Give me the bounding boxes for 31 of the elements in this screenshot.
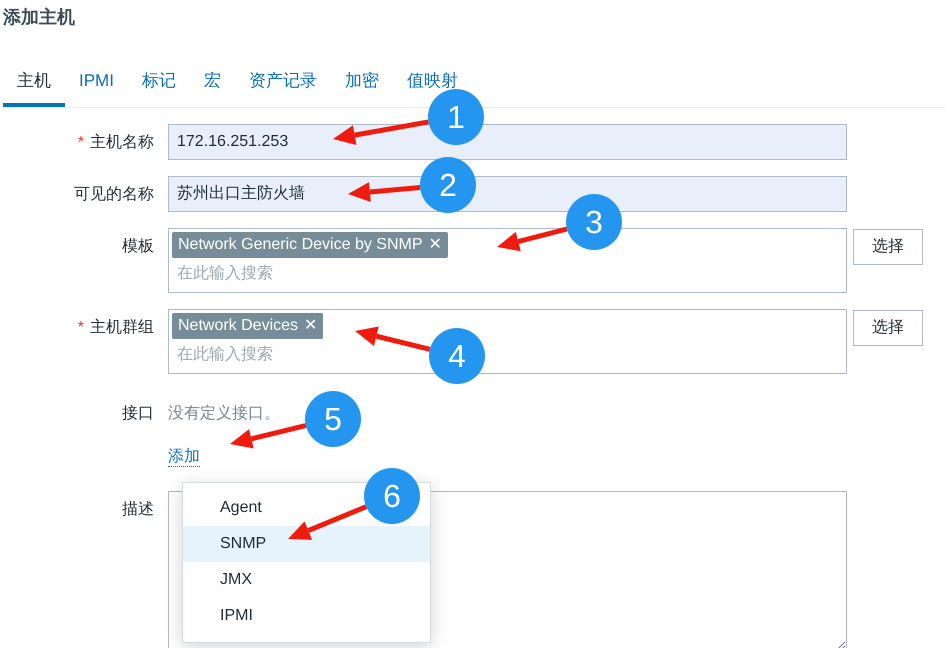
add-link[interactable]: 添加 xyxy=(168,446,200,467)
field-label: 可见的名称 xyxy=(74,186,154,202)
tab[interactable]: 资产记录 xyxy=(234,68,331,106)
required-mark: * xyxy=(78,134,84,150)
menu-item[interactable]: IPMI xyxy=(183,598,361,634)
tab[interactable]: IPMI xyxy=(65,68,128,106)
select-button[interactable]: 选择 xyxy=(853,228,923,264)
search-placeholder: 在此输入搜索 xyxy=(176,264,274,284)
remove-icon[interactable]: ✕ xyxy=(304,316,318,334)
menu-item[interactable]: SNMP xyxy=(183,526,361,562)
tab[interactable]: 标记 xyxy=(128,68,190,106)
field-label: 主机群组 xyxy=(90,318,154,336)
field-label: 接口 xyxy=(122,404,154,422)
tag-label: Network Generic Device by SNMP xyxy=(178,236,423,252)
tab[interactable]: 加密 xyxy=(330,68,393,106)
step-tooltip: 1 xyxy=(428,89,484,145)
step-tooltip: 5 xyxy=(305,391,361,447)
menu-item[interactable]: Agent xyxy=(183,490,361,526)
field-label: 描述 xyxy=(122,500,154,518)
tab[interactable]: 宏 xyxy=(190,68,235,106)
required-mark: * xyxy=(78,318,84,336)
page-title: 添加主机 xyxy=(3,6,76,29)
tag-label: Network Devices xyxy=(178,316,298,334)
select-button[interactable]: 选择 xyxy=(853,310,923,346)
field-label: 模板 xyxy=(122,238,154,254)
field-label: 主机名称 xyxy=(90,134,154,150)
empty-message: 没有定义接口。 xyxy=(168,404,280,424)
remove-icon[interactable]: ✕ xyxy=(428,236,442,252)
search-placeholder: 在此输入搜索 xyxy=(176,344,274,364)
menu-item[interactable]: JMX xyxy=(183,562,361,598)
tab[interactable]: 主机 xyxy=(3,68,65,106)
